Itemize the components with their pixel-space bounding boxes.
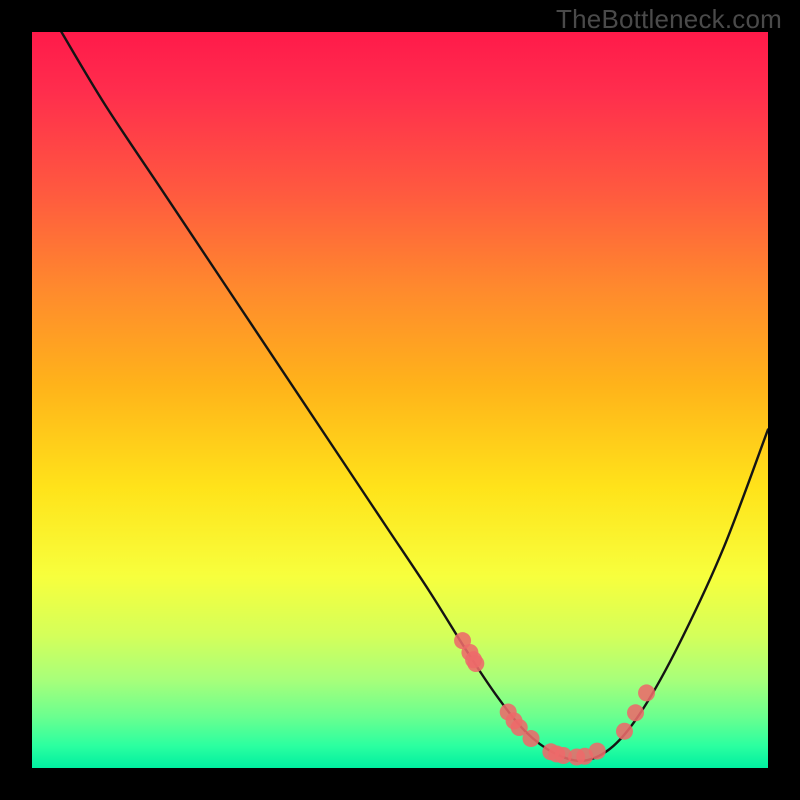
- watermark-text: TheBottleneck.com: [556, 4, 782, 35]
- marker-point: [589, 743, 606, 760]
- bottleneck-curve: [61, 32, 768, 761]
- marker-point: [616, 723, 633, 740]
- chart-container: TheBottleneck.com: [0, 0, 800, 800]
- plot-area: [32, 32, 768, 768]
- chart-svg: [32, 32, 768, 768]
- marker-point: [467, 655, 484, 672]
- marker-point: [627, 704, 644, 721]
- marker-point: [638, 684, 655, 701]
- marker-group: [454, 632, 655, 765]
- marker-point: [523, 730, 540, 747]
